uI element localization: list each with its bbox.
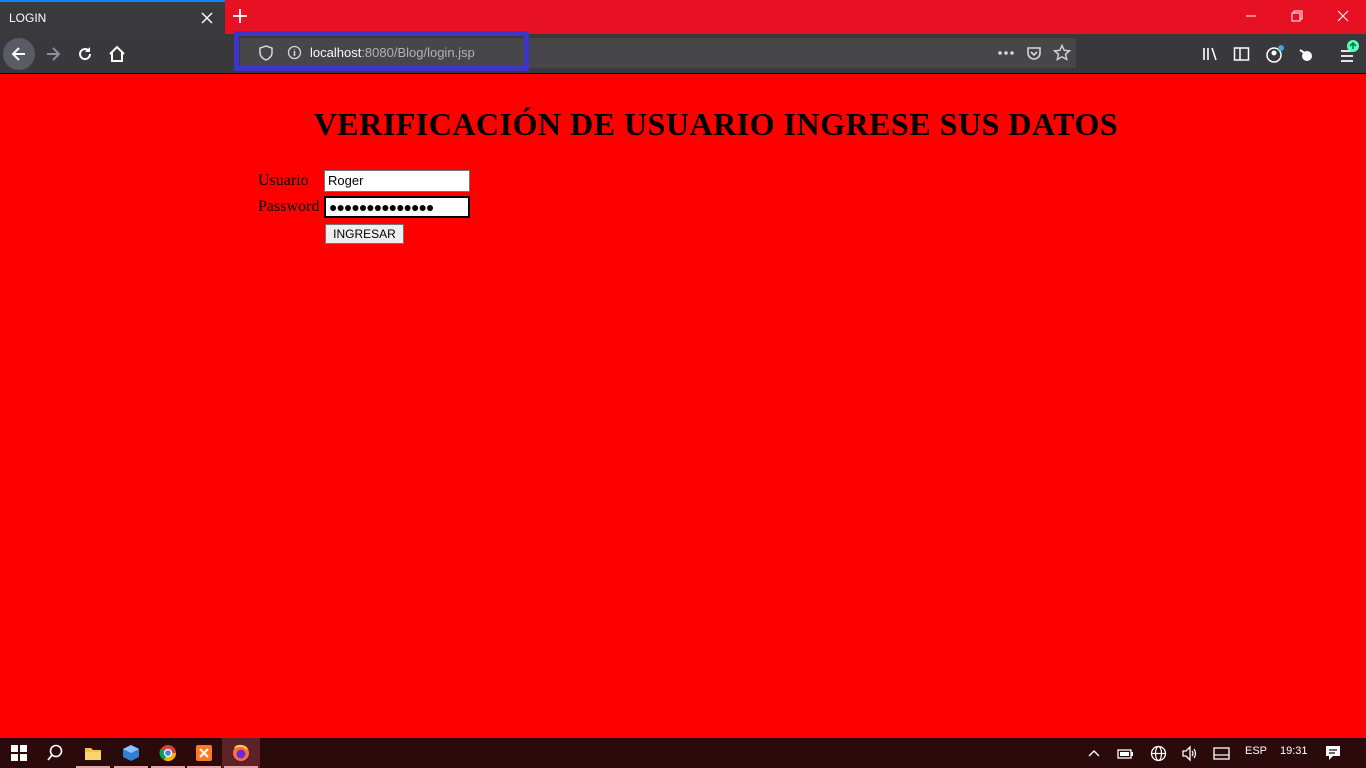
- display-icon[interactable]: [1213, 746, 1230, 761]
- home-icon: [109, 45, 125, 62]
- page-heading: VERIFICACIÓN DE USUARIO INGRESE SUS DATO…: [313, 106, 1119, 142]
- url-highlight-box: [234, 31, 529, 71]
- reload-button[interactable]: [69, 38, 101, 70]
- usuario-label: Usuario: [258, 172, 309, 189]
- taskbar-firefox[interactable]: [222, 738, 260, 768]
- extension-icon[interactable]: [1297, 44, 1317, 64]
- clock[interactable]: 19:31: [1280, 745, 1308, 757]
- tab-title: LOGIN: [9, 11, 47, 25]
- tab-strip: LOGIN: [0, 0, 1366, 34]
- password-label: Password: [258, 198, 320, 215]
- chevron-up-icon[interactable]: [1087, 747, 1101, 759]
- back-button[interactable]: [3, 38, 35, 70]
- xampp-icon: [196, 745, 212, 761]
- library-icon[interactable]: [1202, 46, 1219, 62]
- close-window-icon[interactable]: [1335, 8, 1351, 24]
- taskbar-virtualbox[interactable]: [112, 738, 150, 768]
- notifications-icon[interactable]: [1324, 744, 1342, 762]
- usuario-input[interactable]: Roger: [324, 170, 470, 192]
- ingresar-button[interactable]: INGRESAR: [325, 224, 404, 244]
- menu-icon[interactable]: [1337, 38, 1363, 66]
- taskbar-chrome[interactable]: [149, 738, 187, 768]
- tab-login[interactable]: LOGIN: [0, 0, 225, 34]
- new-tab-icon[interactable]: [231, 7, 249, 25]
- battery-icon[interactable]: [1117, 746, 1134, 760]
- minimize-icon[interactable]: [1243, 8, 1259, 24]
- restore-icon[interactable]: [1289, 8, 1305, 24]
- reload-icon: [79, 47, 92, 61]
- network-icon[interactable]: [1150, 745, 1167, 762]
- start-button[interactable]: [0, 738, 38, 768]
- virtualbox-icon: [123, 745, 139, 761]
- file-explorer-icon: [85, 748, 101, 760]
- close-tab-icon[interactable]: [199, 10, 215, 26]
- search-button[interactable]: [36, 738, 74, 768]
- search-icon: [47, 744, 63, 761]
- chrome-icon: [159, 745, 177, 762]
- taskbar: ESP 19:31: [0, 738, 1366, 768]
- forward-button[interactable]: [37, 38, 69, 70]
- page-actions-icon[interactable]: [997, 46, 1015, 60]
- home-button[interactable]: [101, 38, 133, 70]
- bookmark-star-icon[interactable]: [1053, 44, 1071, 62]
- language-indicator[interactable]: ESP: [1245, 745, 1267, 757]
- password-input[interactable]: ●●●●●●●●●●●●●●: [324, 196, 470, 218]
- account-icon[interactable]: [1265, 44, 1285, 64]
- firefox-icon: [233, 744, 249, 761]
- pocket-icon[interactable]: [1026, 45, 1042, 61]
- sidebar-icon[interactable]: [1233, 46, 1250, 62]
- windows-start-icon: [11, 745, 27, 761]
- taskbar-xampp[interactable]: [185, 738, 223, 768]
- taskbar-file-explorer[interactable]: [74, 738, 112, 768]
- forward-arrow-icon: [47, 47, 61, 61]
- navigation-toolbar: localhost:8080/Blog/login.jsp: [0, 31, 1366, 74]
- back-arrow-icon: [11, 47, 25, 61]
- volume-icon[interactable]: [1181, 745, 1198, 762]
